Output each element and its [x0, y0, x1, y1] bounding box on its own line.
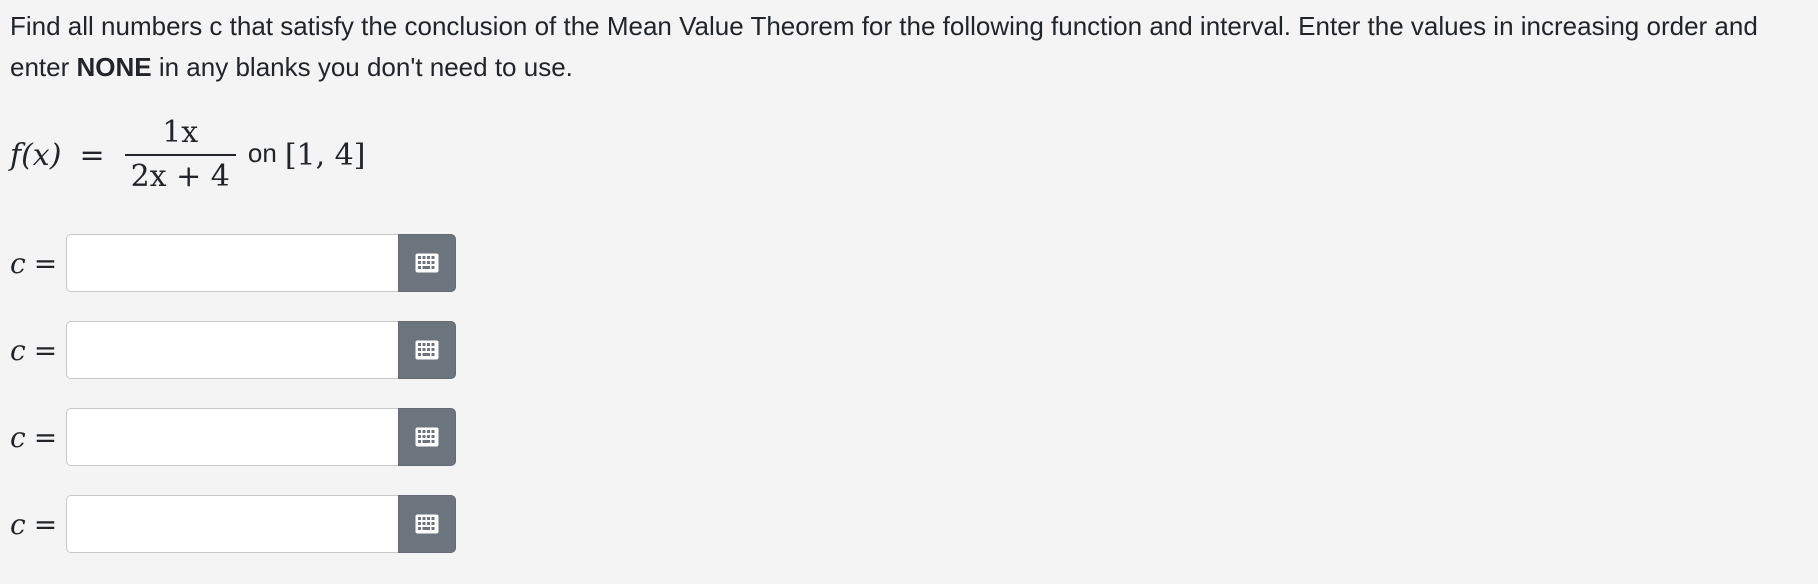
fraction: 1x 2x + 4: [124, 115, 236, 194]
answer-input-group-1: [66, 234, 456, 292]
c-equals: =: [33, 333, 58, 367]
answer-row-3: c =: [10, 407, 456, 467]
question-prompt: Find all numbers c that satisfy the conc…: [10, 6, 1810, 88]
function-formula: f(x) = 1x 2x + 4 on [1, 4]: [10, 110, 365, 200]
answer-input-4[interactable]: [66, 495, 398, 553]
c-equals: =: [33, 507, 58, 541]
prompt-bold-none: NONE: [76, 52, 152, 82]
answer-row-1: c =: [10, 233, 456, 293]
fraction-denominator: 2x + 4: [130, 159, 230, 194]
fraction-numerator: 1x: [162, 115, 199, 150]
answer-input-2[interactable]: [66, 321, 398, 379]
answer-input-group-2: [66, 321, 456, 379]
c-equals: =: [33, 246, 58, 280]
answer-input-group-3: [66, 408, 456, 466]
keyboard-icon: [415, 253, 439, 273]
equals-sign: =: [79, 137, 105, 173]
math-keyboard-button-3[interactable]: [398, 408, 456, 466]
keyboard-icon: [415, 340, 439, 360]
c-label-2: c =: [10, 334, 66, 367]
c-label-4: c =: [10, 508, 66, 541]
c-variable: c: [10, 507, 26, 541]
keyboard-icon: [415, 514, 439, 534]
c-variable: c: [10, 333, 26, 367]
c-equals: =: [33, 420, 58, 454]
on-word: on: [247, 137, 277, 168]
answer-row-4: c =: [10, 494, 456, 554]
answer-input-3[interactable]: [66, 408, 398, 466]
prompt-text-after: in any blanks you don't need to use.: [151, 52, 573, 82]
keyboard-icon: [415, 427, 439, 447]
math-keyboard-button-2[interactable]: [398, 321, 456, 379]
interval: [1, 4]: [284, 137, 366, 173]
c-variable: c: [10, 246, 26, 280]
c-variable: c: [10, 420, 26, 454]
c-label-3: c =: [10, 421, 66, 454]
function-lhs: f(x): [10, 137, 62, 173]
answer-input-1[interactable]: [66, 234, 398, 292]
math-keyboard-button-1[interactable]: [398, 234, 456, 292]
c-label-1: c =: [10, 247, 66, 280]
math-keyboard-button-4[interactable]: [398, 495, 456, 553]
answer-input-group-4: [66, 495, 456, 553]
answer-row-2: c =: [10, 320, 456, 380]
